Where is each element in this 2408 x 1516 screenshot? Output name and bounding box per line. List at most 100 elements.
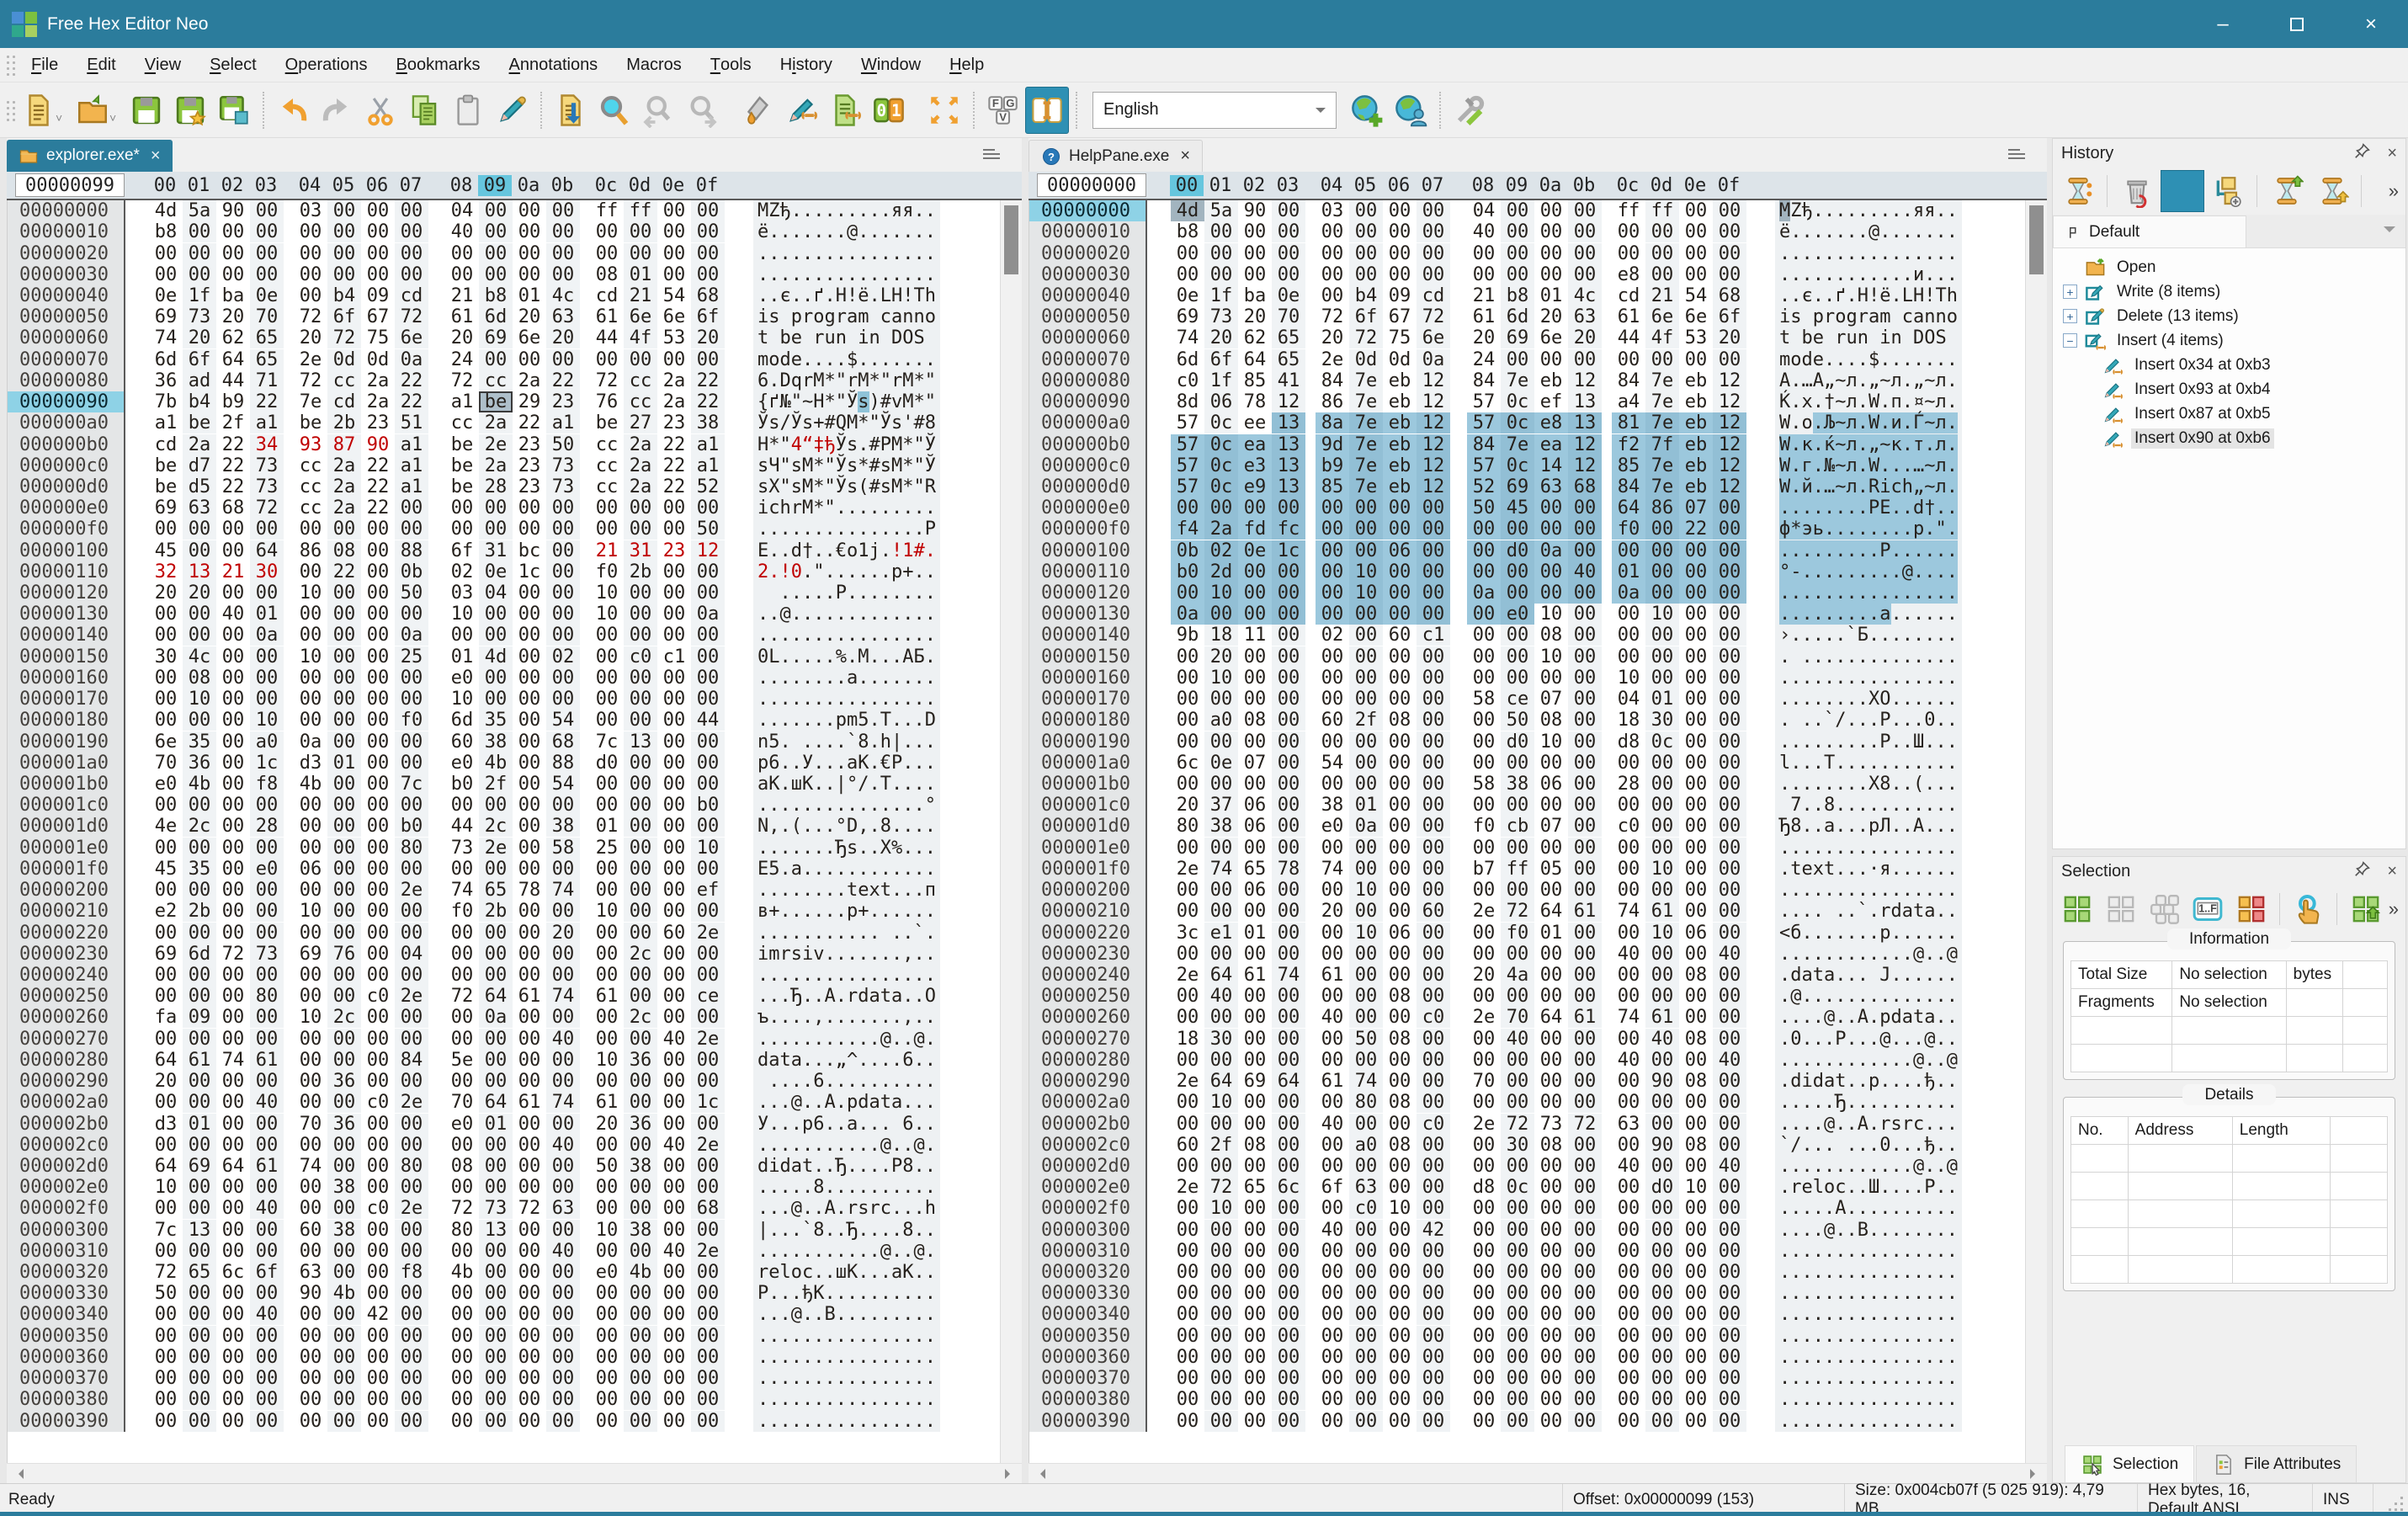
byte-cell[interactable]: 00 [1713,1368,1746,1390]
byte-cell[interactable]: 00 [1501,200,1534,222]
byte-cell[interactable]: 13 [1272,455,1305,476]
byte-cell[interactable]: 00 [216,774,250,795]
byte-cell[interactable]: 40 [1612,1156,1645,1177]
byte-cell[interactable]: 10 [590,582,624,604]
byte-cell[interactable]: 69 [183,1155,216,1177]
byte-cell[interactable]: 9b [1171,625,1204,646]
byte-cell[interactable]: 00 [445,859,479,880]
byte-cell[interactable]: 00 [590,1071,624,1092]
byte-cell[interactable]: 00 [183,880,216,902]
byte-cell[interactable]: 00 [1383,582,1417,604]
byte-cell[interactable]: 00 [294,1347,327,1368]
byte-cell[interactable]: 00 [1238,1304,1272,1325]
byte-cell[interactable]: 00 [183,242,216,264]
byte-cell[interactable]: 00 [1272,1134,1305,1156]
new-document-button[interactable] [17,87,61,134]
byte-cell[interactable]: 00 [1645,816,1679,838]
byte-cell[interactable]: 06 [1238,795,1272,816]
byte-cell[interactable]: 00 [327,1262,361,1284]
byte-cell[interactable]: 00 [1679,1007,1713,1028]
byte-cell[interactable]: f8 [250,774,284,795]
byte-cell[interactable]: 08 [1383,1092,1417,1113]
byte-cell[interactable]: 00 [691,667,725,689]
byte-cell[interactable]: 00 [250,901,284,923]
byte-cell[interactable]: 00 [1417,540,1450,561]
byte-cell[interactable]: 00 [361,582,395,604]
byte-cell[interactable]: b8 [1171,221,1204,242]
byte-cell[interactable]: 00 [395,1346,428,1368]
byte-cell[interactable]: 52 [1467,476,1501,497]
byte-cell[interactable]: 00 [1645,1262,1679,1284]
byte-cell[interactable]: 00 [657,668,691,689]
hex-grid[interactable]: 00000000 4d 5a 90 00 03 00 00 00 04 00 00 00 ff ff 00 00… [1029,200,2047,1463]
byte-cell[interactable]: 65 [250,327,284,349]
byte-cell[interactable]: 00 [691,943,725,965]
history-item[interactable]: − Insert (4 items) [2053,328,2405,353]
byte-cell[interactable]: 01 [1645,689,1679,710]
byte-cell[interactable]: 00 [183,986,216,1008]
byte-cell[interactable]: 32 [149,561,183,582]
ascii-cell[interactable]: ........а....... [753,667,940,689]
pane-menu-icon[interactable] [2008,146,2025,162]
hourglass-up-button[interactable] [2265,170,2309,212]
byte-cell[interactable]: 84 [1612,476,1645,497]
byte-cell[interactable]: eb [1383,455,1417,476]
byte-cell[interactable]: 00 [1383,1220,1417,1241]
byte-cell[interactable]: 01 [183,1113,216,1135]
binary-01-button[interactable]: 01 [867,87,911,134]
byte-cell[interactable]: 00 [149,1092,183,1113]
menu-macros[interactable]: Macros [612,48,696,82]
byte-cell[interactable]: 00 [624,1134,657,1156]
byte-cell[interactable]: e1 [1204,922,1238,944]
byte-cell[interactable]: 69 [294,944,327,965]
byte-cell[interactable]: 00 [1501,1262,1534,1284]
byte-cell[interactable]: 2a [327,455,361,476]
byte-cell[interactable]: 00 [149,519,183,540]
byte-cell[interactable]: 00 [546,1049,580,1071]
history-tree-button[interactable] [2056,170,2100,212]
ascii-cell[interactable]: ........XО...... [1775,689,1962,710]
byte-cell[interactable]: 61 [513,986,546,1007]
byte-cell[interactable]: 00 [1383,965,1417,986]
byte-cell[interactable]: 00 [327,922,361,944]
byte-cell[interactable]: 00 [1238,1092,1272,1113]
byte-cell[interactable]: 00 [327,1346,361,1368]
byte-cell[interactable]: 22 [513,412,546,434]
byte-cell[interactable]: 0a [1467,582,1501,604]
byte-cell[interactable]: 00 [294,1326,327,1347]
byte-cell[interactable]: 00 [1272,667,1305,689]
byte-cell[interactable]: 00 [1417,731,1450,753]
byte-cell[interactable]: 00 [395,795,428,817]
byte-cell[interactable]: 08 [1383,1029,1417,1050]
byte-cell[interactable]: 00 [590,519,624,540]
byte-cell[interactable]: 00 [1467,604,1501,625]
byte-cell[interactable]: 00 [361,264,395,285]
byte-cell[interactable]: 00 [1679,1262,1713,1283]
byte-cell[interactable]: 10 [691,837,725,859]
byte-cell[interactable]: 00 [590,1007,624,1028]
ascii-cell[interactable]: .....А.......... [1775,1198,1962,1220]
byte-cell[interactable]: 00 [1171,497,1204,519]
byte-cell[interactable]: 00 [624,752,657,774]
byte-cell[interactable]: 00 [1568,242,1602,264]
byte-cell[interactable]: 2a [657,391,691,412]
byte-cell[interactable]: 00 [1316,1389,1349,1410]
byte-cell[interactable]: 00 [1349,1389,1383,1411]
byte-cell[interactable]: 00 [590,923,624,944]
byte-cell[interactable]: 00 [216,689,250,710]
byte-cell[interactable]: 00 [1383,1411,1417,1432]
ascii-cell[interactable]: .....P........ [753,582,940,604]
byte-cell[interactable]: 00 [216,243,250,264]
byte-cell[interactable]: 0e [149,285,183,306]
byte-cell[interactable]: 74 [1171,327,1204,348]
byte-cell[interactable]: 00 [361,1368,395,1389]
byte-cell[interactable]: 00 [1713,200,1746,222]
byte-cell[interactable]: 68 [691,285,725,306]
byte-cell[interactable]: cc [479,370,513,391]
byte-cell[interactable]: 00 [546,1346,580,1368]
byte-cell[interactable]: 00 [149,986,183,1007]
byte-cell[interactable]: 00 [1713,625,1746,646]
byte-cell[interactable]: 00 [657,264,691,285]
byte-cell[interactable]: 00 [1171,1347,1204,1368]
byte-cell[interactable]: 00 [1349,731,1383,753]
